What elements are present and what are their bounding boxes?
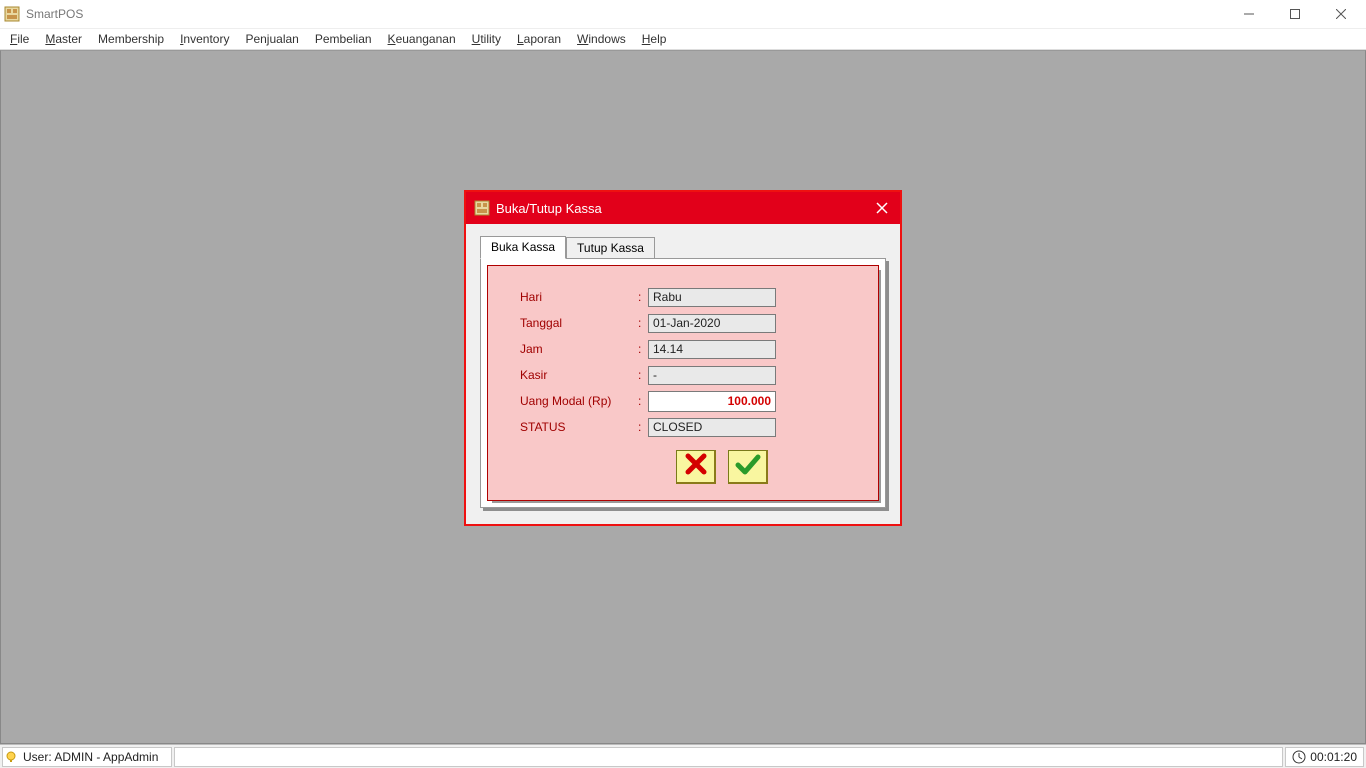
menu-keuanganan[interactable]: Keuanganan <box>380 29 464 49</box>
value-status: CLOSED <box>648 418 776 437</box>
check-icon <box>735 452 761 481</box>
label-uang-modal: Uang Modal (Rp) <box>520 394 638 408</box>
dialog-icon <box>474 200 490 216</box>
label-status: STATUS <box>520 420 638 434</box>
bulb-icon <box>5 751 17 763</box>
cancel-button[interactable] <box>676 450 716 484</box>
app-title: SmartPOS <box>26 7 83 21</box>
label-jam: Jam <box>520 342 638 356</box>
label-hari: Hari <box>520 290 638 304</box>
status-spacer <box>174 747 1283 767</box>
confirm-button[interactable] <box>728 450 768 484</box>
dialog-title-bar[interactable]: Buka/Tutup Kassa <box>466 192 900 224</box>
menu-utility[interactable]: Utility <box>464 29 509 49</box>
mdi-client-area: Buka/Tutup Kassa Buka Kassa Tutup Kassa … <box>0 50 1366 744</box>
status-clock-panel: 00:01:20 <box>1285 747 1364 767</box>
dialog-title-text: Buka/Tutup Kassa <box>496 201 602 216</box>
form-panel: Hari : Rabu Tanggal : 01-Jan-2020 Jam : <box>487 265 879 501</box>
tab-tutup-kassa[interactable]: Tutup Kassa <box>566 237 655 259</box>
menu-windows[interactable]: Windows <box>569 29 634 49</box>
menu-membership[interactable]: Membership <box>90 29 172 49</box>
minimize-button[interactable] <box>1226 0 1272 28</box>
app-icon <box>4 6 20 22</box>
tab-buka-kassa[interactable]: Buka Kassa <box>480 236 566 259</box>
maximize-button[interactable] <box>1272 0 1318 28</box>
label-kasir: Kasir <box>520 368 638 382</box>
menu-penjualan[interactable]: Penjualan <box>237 29 306 49</box>
menu-bar: File Master Membership Inventory Penjual… <box>0 28 1366 50</box>
clock-icon <box>1292 750 1306 764</box>
close-button[interactable] <box>1318 0 1364 28</box>
menu-file[interactable]: File <box>2 29 37 49</box>
input-uang-modal[interactable] <box>648 391 776 412</box>
status-user-text: User: ADMIN - AppAdmin <box>23 750 158 764</box>
label-tanggal: Tanggal <box>520 316 638 330</box>
value-kasir: - <box>648 366 776 385</box>
dialog-close-button[interactable] <box>866 192 898 224</box>
value-jam: 14.14 <box>648 340 776 359</box>
tab-strip: Buka Kassa Tutup Kassa <box>480 234 886 258</box>
menu-pembelian[interactable]: Pembelian <box>307 29 380 49</box>
menu-master[interactable]: Master <box>37 29 90 49</box>
status-user-panel: User: ADMIN - AppAdmin <box>2 747 172 767</box>
main-title-bar: SmartPOS <box>0 0 1366 28</box>
menu-laporan[interactable]: Laporan <box>509 29 569 49</box>
menu-inventory[interactable]: Inventory <box>172 29 237 49</box>
buka-tutup-kassa-dialog: Buka/Tutup Kassa Buka Kassa Tutup Kassa … <box>464 190 902 526</box>
status-time-text: 00:01:20 <box>1310 750 1357 764</box>
cross-icon <box>684 452 708 481</box>
status-bar: User: ADMIN - AppAdmin 00:01:20 <box>0 744 1366 768</box>
value-tanggal: 01-Jan-2020 <box>648 314 776 333</box>
menu-help[interactable]: Help <box>634 29 675 49</box>
value-hari: Rabu <box>648 288 776 307</box>
